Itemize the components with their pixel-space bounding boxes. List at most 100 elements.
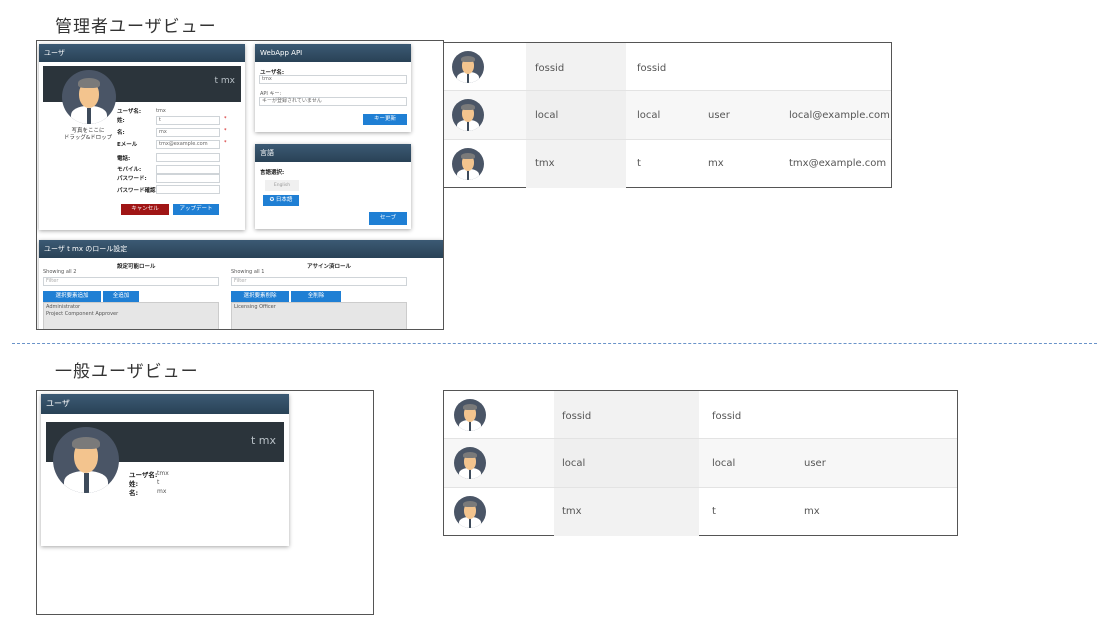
update-button[interactable]: アップデート — [173, 204, 219, 215]
general-user-panel: ユーザ t mx ユーザ名: tmx 姓: t 名: mx — [41, 394, 289, 546]
required-mark: * — [224, 128, 227, 134]
last-name-cell: user — [708, 110, 730, 121]
username-cell: tmx — [535, 158, 555, 169]
first-name-cell: fossid — [712, 411, 742, 422]
firstname-label: 名: — [117, 130, 125, 136]
phone-label: 電話: — [117, 156, 131, 162]
table-row[interactable]: tmx t mx tmx@example.com — [444, 140, 891, 188]
cover-name: t mx — [250, 434, 276, 447]
username-cell: local — [535, 110, 559, 121]
user-panel: ユーザ t mx 写真をここに ドラッグ&ドロップ ユーザ名: tmx 姓: t… — [39, 44, 245, 230]
username-cell: fossid — [535, 63, 565, 74]
remove-all-button[interactable]: 全削除 — [291, 291, 341, 302]
password-input[interactable] — [156, 174, 220, 183]
username-cell: fossid — [562, 411, 592, 422]
remove-selected-button[interactable]: 選択要素削除 — [231, 291, 289, 302]
available-roles-list[interactable]: Administrator Project Component Approver — [43, 302, 219, 329]
general-view-title: 一般ユーザビュー — [55, 362, 199, 382]
avatar[interactable] — [62, 70, 116, 124]
roles-header: ユーザ t mx のロール設定 — [39, 240, 443, 258]
add-all-button[interactable]: 全追加 — [103, 291, 139, 302]
admin-user-table: fossid fossid local local user local@exa… — [443, 42, 892, 188]
general-screenshot: ユーザ t mx ユーザ名: tmx 姓: t 名: mx — [36, 390, 374, 615]
save-button[interactable]: セーブ — [369, 212, 407, 225]
password-label: パスワード: — [117, 176, 147, 182]
mobile-label: モバイル: — [117, 167, 142, 173]
general-user-panel-header: ユーザ — [41, 394, 289, 414]
last-name-cell: mx — [708, 158, 724, 169]
avatar — [452, 99, 484, 131]
email-cell: tmx@example.com — [789, 158, 887, 169]
first-name-cell: local — [637, 110, 661, 121]
username-value: tmx — [157, 470, 169, 477]
lastname-input[interactable]: t — [156, 116, 220, 125]
username-cell: local — [562, 458, 586, 469]
api-username-field: tmx — [259, 75, 407, 84]
first-name-cell: local — [712, 458, 736, 469]
language-panel: 言語 言語選択: English ✪ 日本語 セーブ — [255, 144, 411, 229]
lastname-value: t — [157, 479, 160, 486]
email-label: Eメール — [117, 142, 138, 148]
username-cell: tmx — [562, 506, 582, 517]
add-selected-button[interactable]: 選択要素追加 — [43, 291, 101, 302]
avatar — [454, 399, 486, 431]
lastname-label: 姓: — [117, 118, 125, 124]
username-value: tmx — [156, 108, 166, 114]
username-label: ユーザ名: — [117, 109, 142, 115]
webapp-api-header: WebApp API — [255, 44, 411, 62]
cancel-button[interactable]: キャンセル — [121, 204, 169, 215]
last-name-cell: mx — [804, 506, 820, 517]
assigned-roles-title: アサイン済ロール — [307, 264, 352, 270]
password-confirm-input[interactable] — [156, 185, 220, 194]
avatar — [452, 51, 484, 83]
firstname-input[interactable]: mx — [156, 128, 220, 137]
key-refresh-button[interactable]: キー更新 — [363, 114, 407, 125]
admin-screenshot: ユーザ t mx 写真をここに ドラッグ&ドロップ ユーザ名: tmx 姓: t… — [36, 40, 444, 330]
english-option[interactable]: English — [265, 180, 299, 191]
table-row[interactable]: local local user local@example.com — [444, 91, 891, 140]
general-user-table: fossid fossid local local user tmx t mx — [443, 390, 958, 536]
firstname-label: 名: — [129, 489, 139, 497]
language-select-label: 言語選択: — [260, 170, 285, 176]
table-row[interactable]: tmx t mx — [444, 488, 957, 536]
language-header: 言語 — [255, 144, 411, 162]
japanese-option[interactable]: ✪ 日本語 — [263, 195, 299, 206]
email-input[interactable]: tmx@example.com — [156, 140, 220, 149]
last-name-cell: user — [804, 458, 826, 469]
avatar — [454, 447, 486, 479]
user-panel-header: ユーザ — [39, 44, 245, 62]
available-filter-input[interactable]: Filter — [43, 277, 219, 286]
mobile-input[interactable] — [156, 165, 220, 174]
avatar — [452, 148, 484, 180]
available-roles-title: 設定可能ロール — [117, 264, 156, 270]
table-row[interactable]: fossid fossid — [444, 43, 891, 91]
password-confirm-label: パスワード確認: — [117, 188, 158, 194]
cover-name: t mx — [214, 76, 235, 86]
available-showing: Showing all 2 — [43, 269, 77, 275]
list-item[interactable]: Licensing Officer — [232, 303, 406, 311]
first-name-cell: t — [712, 506, 716, 517]
required-mark: * — [224, 140, 227, 146]
assigned-showing: Showing all 1 — [231, 269, 265, 275]
list-item[interactable]: Project Component Approver — [44, 311, 218, 317]
photo-drop-hint[interactable]: 写真をここに ドラッグ&ドロップ — [53, 128, 123, 142]
avatar — [53, 427, 119, 493]
phone-input[interactable] — [156, 153, 220, 162]
first-name-cell: t — [637, 158, 641, 169]
firstname-value: mx — [157, 488, 167, 495]
api-key-label: API キー: — [260, 91, 282, 97]
email-cell: local@example.com — [789, 110, 890, 121]
assigned-filter-input[interactable]: Filter — [231, 277, 407, 286]
roles-panel: ユーザ t mx のロール設定 設定可能ロール Showing all 2 Fi… — [39, 240, 443, 329]
webapp-api-panel: WebApp API ユーザ名: tmx API キー: キーが登録されていませ… — [255, 44, 411, 132]
api-key-field: キーが登録されていません — [259, 97, 407, 106]
table-row[interactable]: local local user — [444, 439, 957, 488]
required-mark: * — [224, 116, 227, 122]
avatar — [454, 496, 486, 528]
section-divider — [12, 343, 1097, 344]
admin-view-title: 管理者ユーザビュー — [55, 17, 217, 37]
list-item[interactable]: Administrator — [44, 303, 218, 311]
assigned-roles-list[interactable]: Licensing Officer — [231, 302, 407, 329]
table-row[interactable]: fossid fossid — [444, 391, 957, 439]
first-name-cell: fossid — [637, 63, 667, 74]
